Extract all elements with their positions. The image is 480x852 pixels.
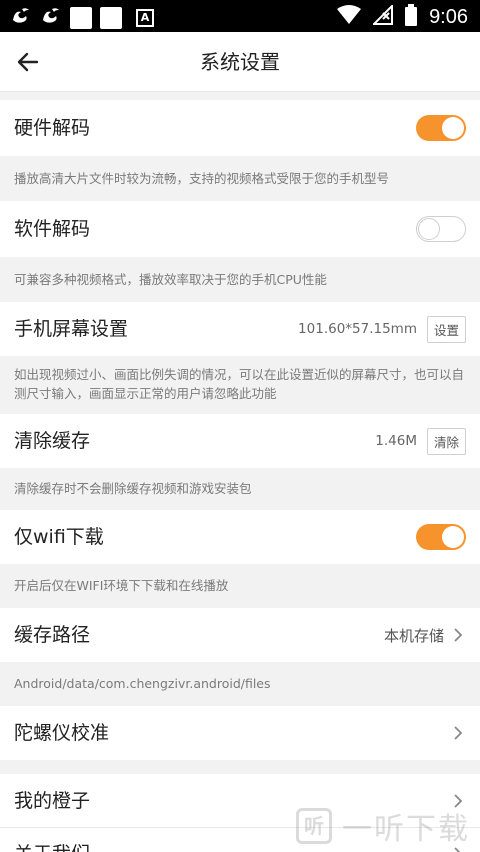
setting-label: 陀螺仪校准 [14,722,110,744]
a-icon: A [136,9,154,27]
setting-label: 缓存路径 [14,624,91,646]
notification-box-icon [100,7,122,29]
cache-path-value: 本机存储 [383,626,444,645]
setting-description: Android/data/com.chengzivr.android/files [0,662,480,706]
setting-cache-path[interactable]: 缓存路径 本机存储 [0,608,480,662]
setting-label: 软件解码 [14,218,91,240]
setting-description: 播放高清大片文件时较为流畅，支持的视频格式受限于您的手机型号 [0,156,480,201]
screen-setting-button[interactable]: 设置 [426,315,466,343]
watermark-text: 一听下载 [342,812,470,847]
wifi-only-toggle[interactable] [416,524,466,550]
toggle-knob [418,218,440,240]
hardware-decode-toggle[interactable] [416,115,466,141]
back-button[interactable] [8,42,48,82]
battery-icon [405,4,418,30]
page-title: 系统设置 [200,50,280,74]
setting-clear-cache: 清除缓存 1.46M 清除 [0,414,480,468]
setting-description: 清除缓存时不会删除缓存视频和游戏安装包 [0,468,480,510]
app-header: 系统设置 [0,32,480,92]
clear-cache-button[interactable]: 清除 [426,427,466,455]
setting-hardware-decode: 硬件解码 [0,100,480,156]
notification-box-icon [70,7,92,29]
toggle-knob [442,526,464,548]
divider [0,92,480,100]
setting-label: 关于我们 [14,828,90,852]
setting-label: 手机屏幕设置 [14,318,129,340]
divider [0,760,480,774]
status-bar-right: 9:06 [337,3,468,30]
status-time: 9:06 [429,6,468,28]
setting-gyro-calibration[interactable]: 陀螺仪校准 [0,706,480,760]
chevron-right-icon [454,726,463,740]
status-bar: A 9:06 [0,0,480,32]
screen-size-value: 101.60*57.15mm [298,321,417,337]
toggle-knob [442,117,464,139]
back-arrow-icon [17,52,39,72]
setting-label: 仅wifi下载 [14,526,104,548]
watermark: 听 一听下载 [296,804,470,848]
wifi-icon [337,5,362,29]
setting-description: 如出现视频过小、画面比例失调的情况，可以在此设置近似的屏幕尺寸，也可以自测尺寸输… [0,356,480,414]
setting-description: 可兼容多种视频格式，播放效率取决于您的手机CPU性能 [0,257,480,302]
setting-screen-size: 手机屏幕设置 101.60*57.15mm 设置 [0,302,480,356]
cache-size-value: 1.46M [375,433,417,449]
signal-off-icon [371,3,394,29]
uc-browser-icon [40,4,62,32]
software-decode-toggle[interactable] [416,216,466,242]
watermark-logo: 听 [296,808,332,844]
uc-browser-icon [10,4,32,32]
status-bar-left: A [10,4,154,32]
chevron-right-icon [454,628,463,642]
settings-list: 硬件解码 播放高清大片文件时较为流畅，支持的视频格式受限于您的手机型号 软件解码… [0,92,480,852]
setting-description: 开启后仅在WIFI环境下下载和在线播放 [0,564,480,608]
setting-label: 我的橙子 [14,790,91,812]
setting-label: 硬件解码 [14,117,91,139]
setting-software-decode: 软件解码 [0,201,480,257]
setting-wifi-only-download: 仅wifi下载 [0,510,480,564]
setting-label: 清除缓存 [14,430,91,452]
